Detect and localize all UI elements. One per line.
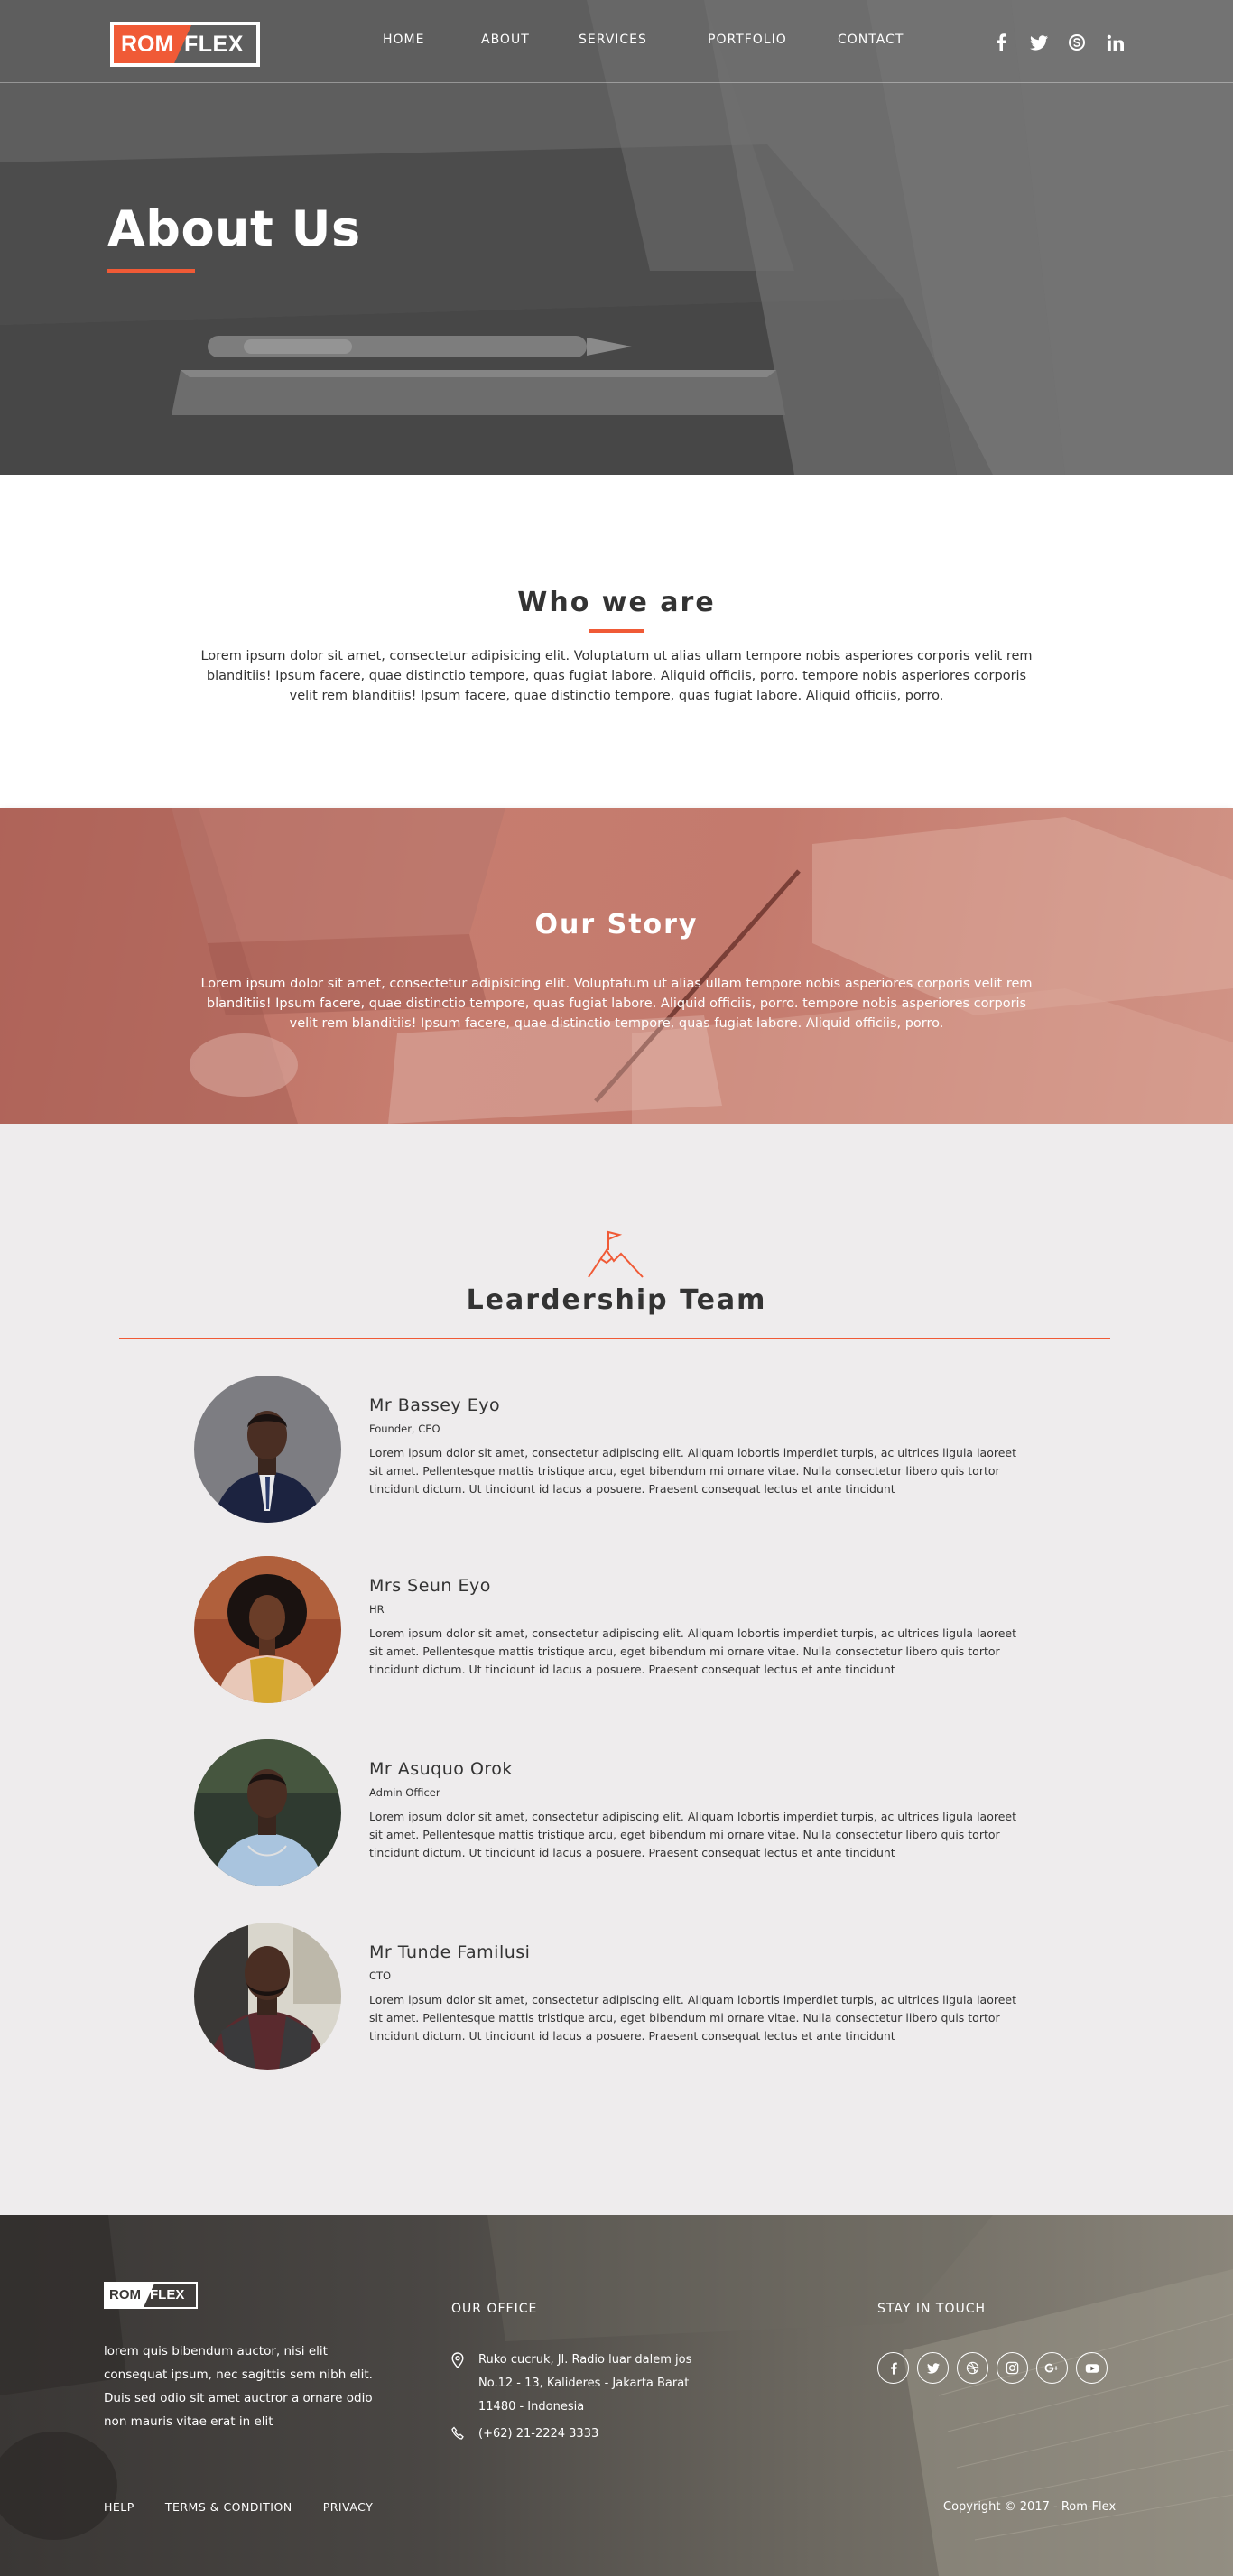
member-role: Founder, CEO [369,1422,440,1435]
leadership-team-section: Leardership Team Mr Bassey Eyo Founder, … [0,1124,1233,2215]
our-story-section: Our Story Lorem ipsum dolor sit amet, co… [0,808,1233,1124]
member-bio: Lorem ipsum dolor sit amet, consectetur … [369,1993,1016,2043]
address-line-1: Ruko cucruk, Jl. Radio luar dalem jos [478,2353,692,2367]
google-plus-icon[interactable] [1036,2352,1068,2384]
youtube-icon[interactable] [1076,2352,1108,2384]
footer-about-text: lorem quis bibendum auctor, nisi elit co… [104,2344,373,2429]
who-we-are-section: Who we are Lorem ipsum dolor sit amet, c… [0,475,1233,808]
site-footer: ROM FLEX lorem quis bibendum auctor, nis… [0,2215,1233,2576]
member-name: Mr Tunde Familusi [369,1942,531,1962]
title-underline [107,269,195,273]
twitter-icon[interactable] [1029,32,1049,52]
team-member-card: Mr Tunde Familusi CTO Lorem ipsum dolor … [194,1923,1043,2071]
team-member-card: Mr Bassey Eyo Founder, CEO Lorem ipsum d… [194,1376,1043,1524]
avatar [194,1376,341,1523]
who-we-are-text: Lorem ipsum dolor sit amet, consectetur … [200,649,1033,703]
member-bio: Lorem ipsum dolor sit amet, consectetur … [369,1626,1016,1676]
address-line-2: No.12 - 13, Kalideres - Jakarta Barat [478,2377,690,2390]
phone-icon [451,2423,478,2450]
office-address: Ruko cucruk, Jl. Radio luar dalem jos No… [451,2349,691,2419]
our-story-text: Lorem ipsum dolor sit amet, consectetur … [200,977,1033,1031]
nav-item-portfolio[interactable]: PORTFOLIO [708,32,787,47]
avatar [194,1923,341,2070]
hero-section: ROM FLEX HOME ABOUT SERVICES PORTFOLIO C… [0,0,1233,475]
our-story-background-image [0,808,1233,1124]
footer-link-terms[interactable]: TERMS & CONDITION [165,2500,292,2514]
team-title: Leardership Team [466,1284,767,1316]
top-navbar: ROM FLEX HOME ABOUT SERVICES PORTFOLIO C… [0,0,1233,83]
twitter-icon[interactable] [917,2352,949,2384]
nav-item-home[interactable]: HOME [383,32,424,47]
footer-social-links [877,2352,1108,2384]
member-bio: Lorem ipsum dolor sit amet, consectetur … [369,1810,1016,1859]
linkedin-icon[interactable] [1105,32,1125,52]
facebook-icon[interactable] [991,32,1011,52]
footer-link-help[interactable]: HELP [104,2500,134,2514]
facebook-icon[interactable] [877,2352,909,2384]
team-member-card: Mrs Seun Eyo HR Lorem ipsum dolor sit am… [194,1556,1043,1705]
who-we-are-underline [589,629,644,633]
stay-in-touch-heading: STAY IN TOUCH [877,2302,987,2316]
nav-item-about[interactable]: ABOUT [481,32,530,47]
member-role: HR [369,1603,385,1616]
who-we-are-title: Who we are [517,587,716,618]
team-divider [119,1338,1110,1339]
team-member-card: Mr Asuquo Orok Admin Officer Lorem ipsum… [194,1739,1043,1888]
footer-logo-text-right: FLEX [150,2287,185,2303]
location-pin-icon [451,2349,478,2419]
footer-link-privacy[interactable]: PRIVACY [323,2500,374,2514]
office-heading: OUR OFFICE [451,2302,538,2316]
header-social-links [991,32,1125,52]
avatar [194,1556,341,1703]
member-role: CTO [369,1969,392,1982]
member-name: Mrs Seun Eyo [369,1576,491,1596]
office-phone: (+62) 21-2224 3333 [451,2423,598,2450]
member-name: Mr Asuquo Orok [369,1759,513,1779]
page-title: About Us [107,200,361,257]
footer-logo-text-left: ROM [106,2284,154,2307]
skype-icon[interactable] [1067,32,1087,52]
dribbble-icon[interactable] [957,2352,988,2384]
footer-links: HELP TERMS & CONDITION PRIVACY [104,2500,403,2514]
nav-item-contact[interactable]: CONTACT [838,32,904,47]
member-bio: Lorem ipsum dolor sit amet, consectetur … [369,1446,1016,1496]
nav-item-services[interactable]: SERVICES [579,32,647,47]
instagram-icon[interactable] [997,2352,1028,2384]
avatar [194,1739,341,1886]
member-name: Mr Bassey Eyo [369,1395,501,1415]
our-story-title: Our Story [534,909,699,941]
phone-number[interactable]: (+62) 21-2224 3333 [478,2423,598,2450]
member-role: Admin Officer [369,1786,440,1799]
mountain-flag-icon [588,1230,644,1278]
address-line-3: 11480 - Indonesia [478,2400,585,2414]
copyright-text: Copyright © 2017 - Rom-Flex [943,2500,1117,2514]
footer-logo[interactable]: ROM FLEX [104,2282,198,2309]
